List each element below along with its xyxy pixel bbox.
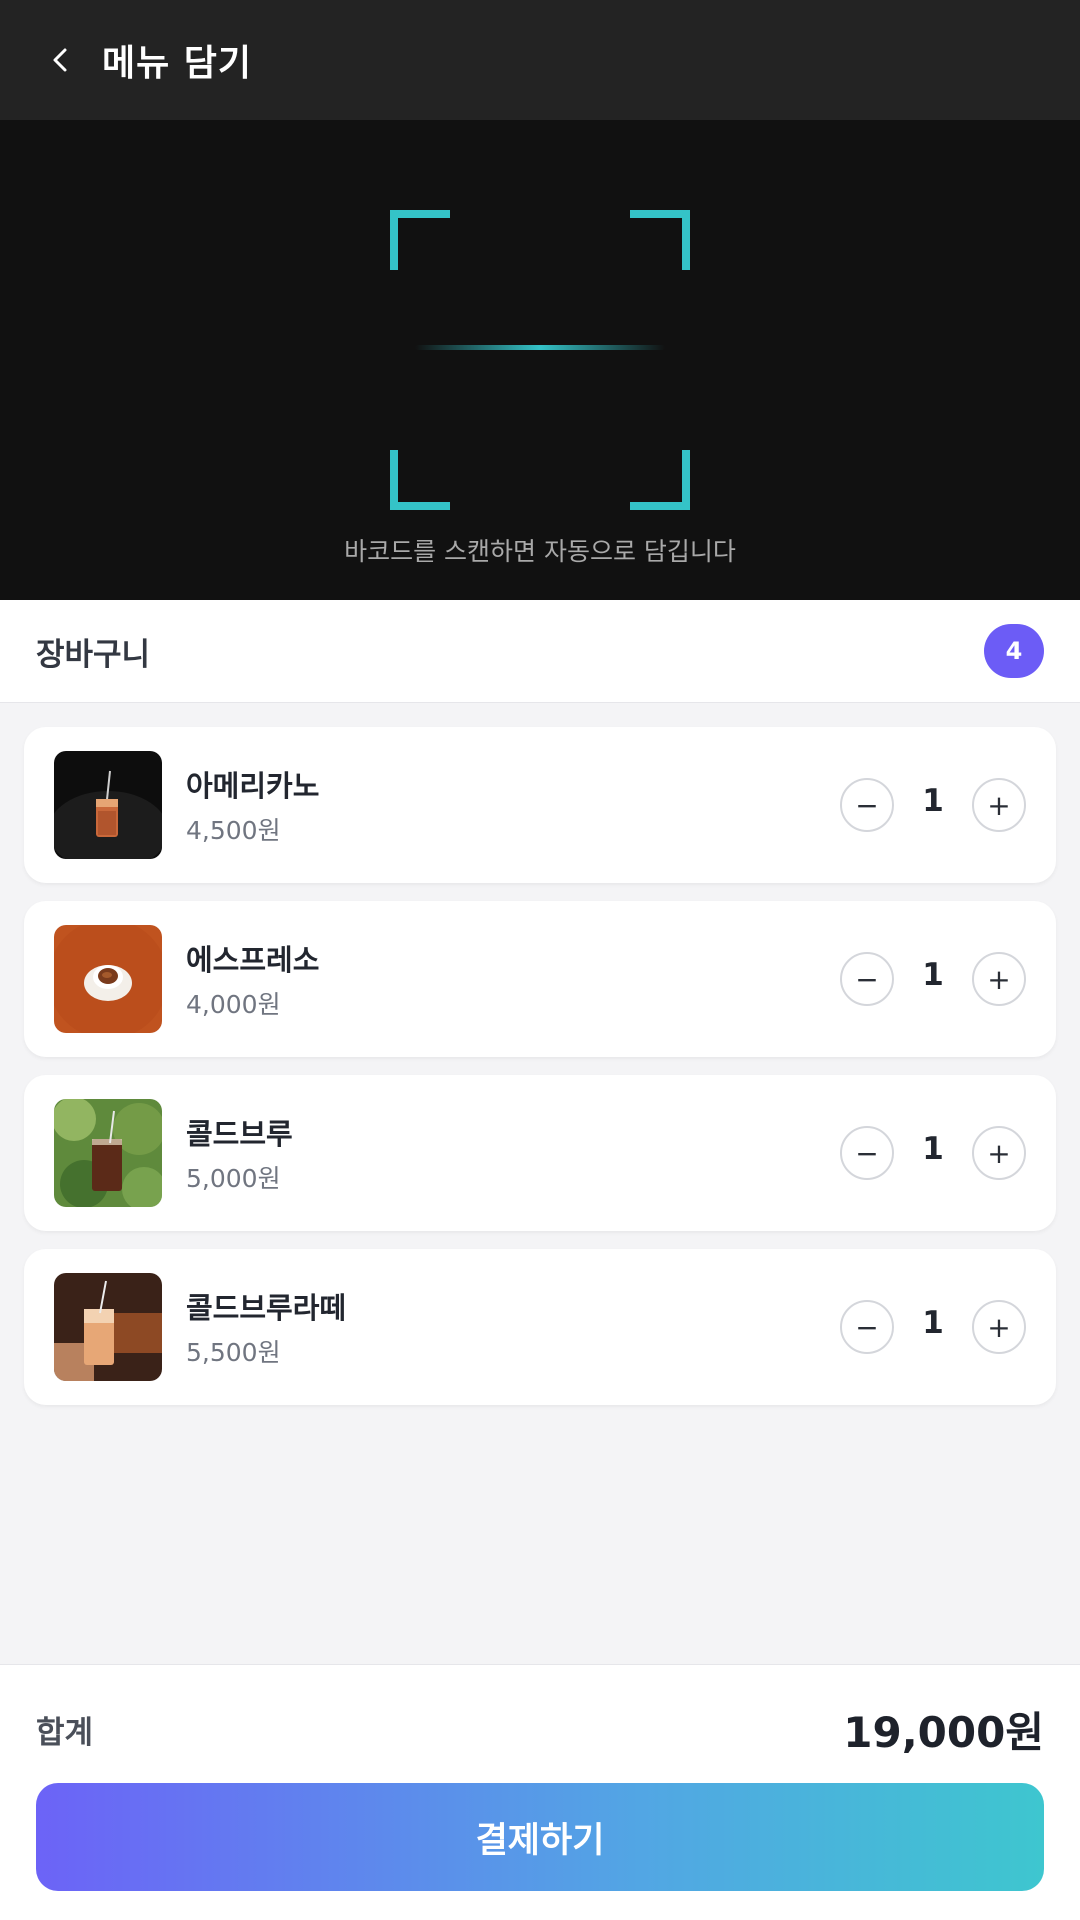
decrease-quantity-button[interactable]: − [840, 778, 894, 832]
total-amount: 19,000원 [843, 1708, 1044, 1757]
item-name: 콜드브루 [186, 1117, 293, 1151]
page-title: 메뉴 담기 [102, 43, 253, 84]
total-label: 합계 [36, 1715, 94, 1751]
cart-count-badge: 4 [984, 624, 1044, 678]
decrease-quantity-button[interactable]: − [840, 1300, 894, 1354]
cart-item: 에스프레소 4,000원 − 1 + [24, 901, 1056, 1057]
item-quantity: 1 [922, 783, 944, 819]
chevron-left-icon [53, 48, 67, 72]
item-quantity: 1 [922, 1305, 944, 1341]
scan-hint-text: 바코드를 스캔하면 자동으로 담깁니다 [344, 537, 736, 566]
barcode-scanner-view: 바코드를 스캔하면 자동으로 담깁니다 [0, 120, 1080, 600]
increase-quantity-button[interactable]: + [972, 1300, 1026, 1354]
checkout-button[interactable]: 결제하기 [36, 1783, 1044, 1891]
scan-frame-corner-bottom-right [630, 450, 690, 510]
item-price: 4,000원 [186, 990, 281, 1019]
item-price: 5,000원 [186, 1164, 281, 1193]
scan-line [415, 345, 665, 350]
cart-item: 아메리카노 4,500원 − 1 + [24, 727, 1056, 883]
checkout-footer: 합계 19,000원 결제하기 [0, 1664, 1080, 1920]
back-button[interactable] [30, 30, 90, 90]
item-quantity: 1 [922, 1131, 944, 1167]
scan-frame-corner-bottom-left [390, 450, 450, 510]
decrease-quantity-button[interactable]: − [840, 952, 894, 1006]
scan-frame-corner-top-right [630, 210, 690, 270]
increase-quantity-button[interactable]: + [972, 1126, 1026, 1180]
app-header: 메뉴 담기 [0, 0, 1080, 120]
cart-item: 콜드브루라떼 5,500원 − 1 + [24, 1249, 1056, 1405]
scan-frame-corner-top-left [390, 210, 450, 270]
espresso-image [54, 925, 162, 1033]
increase-quantity-button[interactable]: + [972, 778, 1026, 832]
americano-image [54, 751, 162, 859]
decrease-quantity-button[interactable]: − [840, 1126, 894, 1180]
item-price: 4,500원 [186, 816, 281, 845]
increase-quantity-button[interactable]: + [972, 952, 1026, 1006]
item-price: 5,500원 [186, 1338, 281, 1367]
item-name: 콜드브루라떼 [186, 1291, 347, 1325]
cart-header: 장바구니 4 [0, 600, 1080, 703]
item-quantity: 1 [922, 957, 944, 993]
item-name: 에스프레소 [186, 943, 320, 977]
cold-brew-image [54, 1099, 162, 1207]
cart-item: 콜드브루 5,000원 − 1 + [24, 1075, 1056, 1231]
item-name: 아메리카노 [186, 769, 320, 803]
cold-brew-latte-image [54, 1273, 162, 1381]
cart-title: 장바구니 [36, 636, 151, 673]
